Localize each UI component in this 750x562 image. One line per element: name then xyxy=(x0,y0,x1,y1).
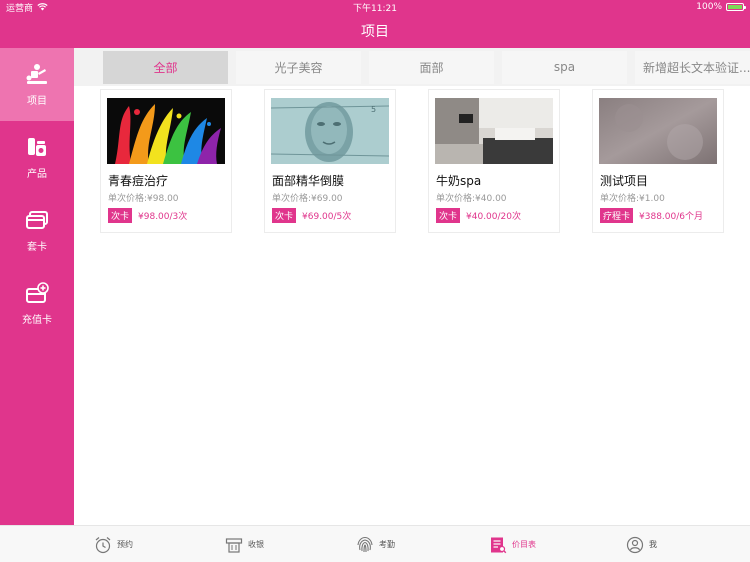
tab-spa[interactable]: spa xyxy=(502,50,627,84)
project-card-acne[interactable]: 青春痘治疗 单次价格:¥98.00 次卡 ¥98.00/3次 xyxy=(100,89,232,233)
carrier-label: 运营商 xyxy=(6,3,34,14)
card-meta: 次卡 ¥40.00/20次 xyxy=(436,208,521,223)
tab-photon-beauty[interactable]: 光子美容 xyxy=(236,50,361,84)
sidebar-item-label: 项目 xyxy=(27,95,47,107)
card-type-badge: 次卡 xyxy=(436,208,461,223)
tabbar-item-attendance[interactable]: 考勤 xyxy=(356,526,395,562)
tab-long-text[interactable]: 新增超长文本验证... xyxy=(635,50,750,84)
nav-bar: 项目 xyxy=(0,14,750,48)
tabbar-label: 考勤 xyxy=(379,540,395,549)
tabbar-item-price-list[interactable]: 价目表 xyxy=(489,526,536,562)
project-card-milk-spa[interactable]: 牛奶spa 单次价格:¥40.00 次卡 ¥40.00/20次 xyxy=(428,89,560,233)
battery-percent: 100% xyxy=(696,2,722,12)
project-card-test[interactable]: 测试项目 单次价格:¥1.00 疗程卡 ¥388.00/6个月 xyxy=(592,89,724,233)
project-card-facial-mask[interactable]: 5 面部精华倒膜 单次价格:¥69.00 次卡 ¥69.00/5次 xyxy=(264,89,396,233)
sidebar-item-card-set[interactable]: 套卡 xyxy=(0,194,74,267)
project-name: 面部精华倒膜 xyxy=(272,174,345,188)
carrier-group: 运营商 xyxy=(6,1,48,14)
project-name: 牛奶spa xyxy=(436,174,482,188)
products-icon xyxy=(28,137,46,156)
category-tabs: 全部 光子美容 面部 spa 新增超长文本验证... xyxy=(74,48,750,86)
tabbar-label: 价目表 xyxy=(512,540,536,549)
single-price: 单次价格:¥40.00 xyxy=(436,194,507,204)
price-list-icon xyxy=(491,537,507,553)
card-meta: 次卡 ¥69.00/5次 xyxy=(272,208,351,223)
alarm-clock-icon xyxy=(95,536,111,553)
sidebar-item-projects[interactable]: 项目 xyxy=(0,48,74,121)
svg-text:5: 5 xyxy=(371,105,376,114)
single-price: 单次价格:¥1.00 xyxy=(600,194,665,204)
project-thumbnail xyxy=(435,98,553,164)
sidebar-item-recharge-card[interactable]: 充值卡 xyxy=(0,267,74,340)
status-time: 下午11:21 xyxy=(353,3,397,14)
card-type-badge: 疗程卡 xyxy=(600,208,634,223)
tabbar-item-cashier[interactable]: 收银 xyxy=(225,526,264,562)
recharge-card-icon xyxy=(26,281,49,303)
tabbar-label: 我 xyxy=(649,540,657,549)
fingerprint-icon xyxy=(357,536,373,552)
sidebar-item-label: 产品 xyxy=(27,168,47,180)
card-meta: 次卡 ¥98.00/3次 xyxy=(108,208,187,223)
card-meta: 疗程卡 ¥388.00/6个月 xyxy=(600,208,703,223)
project-thumbnail xyxy=(107,98,225,164)
sidebar: 项目 产品 套卡 充值卡 xyxy=(0,48,74,525)
card-type-badge: 次卡 xyxy=(108,208,133,223)
wifi-icon xyxy=(37,3,48,11)
single-price: 单次价格:¥98.00 xyxy=(108,194,179,204)
card-price: ¥388.00/6个月 xyxy=(639,212,703,222)
single-price: 单次价格:¥69.00 xyxy=(272,194,343,204)
tabbar-item-appointment[interactable]: 预约 xyxy=(94,526,133,562)
massage-icon xyxy=(26,63,47,84)
project-thumbnail: 5 xyxy=(271,98,389,164)
tab-facial[interactable]: 面部 xyxy=(369,50,494,84)
status-bar: 运营商 下午11:21 100% xyxy=(0,0,750,14)
project-name: 测试项目 xyxy=(600,174,649,188)
project-name: 青春痘治疗 xyxy=(108,174,169,188)
battery-icon xyxy=(726,3,746,11)
sidebar-item-label: 充值卡 xyxy=(22,314,52,326)
page-title: 项目 xyxy=(361,24,389,40)
card-price: ¥40.00/20次 xyxy=(466,212,521,222)
cashier-icon xyxy=(225,537,243,553)
card-type-badge: 次卡 xyxy=(272,208,297,223)
card-price: ¥98.00/3次 xyxy=(138,212,188,222)
sidebar-item-label: 套卡 xyxy=(27,241,47,253)
status-right: 100% xyxy=(696,2,746,12)
tabbar-label: 收银 xyxy=(248,540,264,549)
bottom-tab-bar: 预约 收银 考勤 价目表 我 xyxy=(0,525,750,562)
card-set-icon xyxy=(26,210,48,229)
card-price: ¥69.00/5次 xyxy=(302,212,352,222)
tab-all[interactable]: 全部 xyxy=(103,50,228,84)
tabbar-item-me[interactable]: 我 xyxy=(626,526,657,562)
tabbar-label: 预约 xyxy=(117,540,133,549)
sidebar-item-products[interactable]: 产品 xyxy=(0,121,74,194)
user-icon xyxy=(626,536,644,553)
project-thumbnail xyxy=(599,98,717,164)
